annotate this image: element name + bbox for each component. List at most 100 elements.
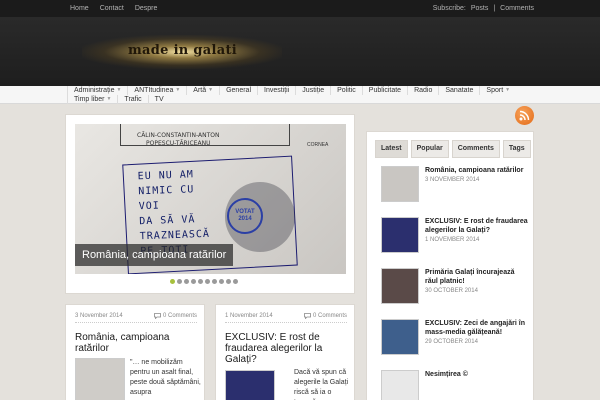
- slider-dot[interactable]: [226, 279, 231, 284]
- top-nav-contact[interactable]: Contact: [100, 4, 124, 13]
- post-comments-link[interactable]: 0 Comments: [154, 313, 197, 319]
- nav-item[interactable]: Timp liber ▼: [67, 95, 117, 104]
- ballot-header: CĂLIN-CONSTANTIN-ANTON POPESCU-TĂRICEANU: [137, 132, 220, 147]
- nav-item[interactable]: Administrație ▼: [67, 86, 127, 95]
- nav-item-label: Timp liber: [74, 96, 105, 103]
- subscribe-comments-link[interactable]: Comments: [500, 4, 534, 13]
- sidebar-post-title[interactable]: Primăria Galați încurajează răul platnic…: [425, 268, 529, 286]
- post-meta: 3 November 2014 0 Comments: [75, 313, 197, 323]
- nav-item-label: Sanatate: [445, 87, 474, 94]
- nav-item-label: Investiții: [264, 87, 290, 94]
- subscribe-separator: |: [493, 5, 496, 12]
- site-header: made in galati: [0, 17, 600, 86]
- subscribe-label: Subscribe:: [432, 5, 466, 12]
- post-thumbnail[interactable]: [75, 358, 125, 400]
- nav-item[interactable]: Justiție: [295, 86, 330, 95]
- nav-item[interactable]: Politic: [330, 86, 362, 95]
- nav-item-label: Publicitate: [368, 87, 402, 94]
- nav-item-label: General: [226, 87, 251, 94]
- sidebar-post-thumbnail[interactable]: [381, 166, 419, 202]
- slider-dot[interactable]: [198, 279, 203, 284]
- site-logo[interactable]: made in galati: [128, 43, 237, 58]
- chevron-down-icon: ▼: [106, 96, 112, 102]
- post-title[interactable]: EXCLUSIV: E rost de fraudarea alegerilor…: [225, 332, 349, 365]
- subscribe-posts-link[interactable]: Posts: [471, 4, 489, 13]
- nav-item-label: Trafic: [124, 96, 142, 103]
- nav-item[interactable]: Trafic: [117, 95, 147, 104]
- sidebar-post-thumbnail[interactable]: [381, 268, 419, 304]
- nav-item[interactable]: Artă ▼: [186, 86, 219, 95]
- chevron-down-icon: ▼: [208, 87, 214, 93]
- nav-item-label: Administrație: [74, 87, 115, 94]
- nav-item-label: Politic: [337, 87, 356, 94]
- tab-tags[interactable]: Tags: [502, 140, 531, 158]
- sidebar-post[interactable]: Primăria Galați încurajează răul platnic…: [381, 268, 531, 308]
- top-nav-despre[interactable]: Despre: [135, 4, 158, 13]
- main-nav-row-1: Administrație ▼ ANTItudinea ▼ Artă ▼ General In…: [67, 86, 516, 95]
- tab-popular[interactable]: Popular: [410, 140, 449, 158]
- slider-dot[interactable]: [184, 279, 189, 284]
- post-card: 3 November 2014 0 Comments România, camp…: [65, 304, 205, 400]
- sidebar-post[interactable]: Nesimțirea ©: [381, 370, 531, 400]
- post-comments-count: 0 Comments: [162, 313, 197, 319]
- nav-item[interactable]: ANTItudinea ▼: [127, 86, 186, 95]
- sidebar-post-thumbnail[interactable]: [381, 319, 419, 355]
- sidebar-tabs: Latest Popular Comments Tags: [375, 140, 531, 158]
- chevron-down-icon: ▼: [175, 87, 181, 93]
- nav-item[interactable]: Investiții: [257, 86, 295, 95]
- slider-dot[interactable]: [170, 279, 175, 284]
- ballot-corner: CORNEA: [307, 142, 329, 148]
- sidebar-post-title[interactable]: România, campioana ratărilor: [425, 166, 529, 175]
- nav-item[interactable]: Sanatate: [438, 86, 479, 95]
- post-meta: 1 November 2014 0 Comments: [225, 313, 347, 323]
- post-excerpt: "… ne mobilizăm pentru un asalt final, p…: [130, 359, 201, 396]
- nav-item-label: Sport: [486, 87, 504, 94]
- post-date: 1 November 2014: [225, 313, 273, 319]
- sidebar-post[interactable]: EXCLUSIV: E rost de fraudarea alegerilor…: [381, 217, 531, 257]
- chevron-down-icon: ▼: [505, 87, 511, 93]
- slider-dot[interactable]: [219, 279, 224, 284]
- sidebar-post-thumbnail[interactable]: [381, 217, 419, 253]
- sidebar-post-title[interactable]: Nesimțirea ©: [425, 370, 529, 379]
- vote-stamp: VOTAT 2014: [227, 198, 263, 234]
- slider-dot[interactable]: [212, 279, 217, 284]
- top-nav: Home Contact Despre: [70, 4, 157, 13]
- sidebar-post-thumbnail[interactable]: [381, 370, 419, 400]
- slider-dot[interactable]: [205, 279, 210, 284]
- post-title[interactable]: România, campioana ratărilor: [75, 332, 199, 354]
- top-nav-home[interactable]: Home: [70, 4, 89, 13]
- nav-item[interactable]: Sport ▼: [479, 86, 516, 95]
- nav-item-label: Justiție: [302, 87, 325, 94]
- slider-dot[interactable]: [191, 279, 196, 284]
- comment-icon: [154, 313, 161, 319]
- slider-dot[interactable]: [233, 279, 238, 284]
- nav-item[interactable]: TV: [147, 95, 170, 104]
- sidebar-post[interactable]: România, campioana ratărilor 3 NOVEMBER 2…: [381, 166, 531, 206]
- slide-caption[interactable]: România, campioana ratărilor: [75, 244, 234, 266]
- slider-dots: [170, 279, 238, 284]
- sidebar-post[interactable]: EXCLUSIV: Zeci de angajări în mass-media…: [381, 319, 531, 359]
- nav-item-label: Artă: [193, 87, 207, 94]
- post-thumbnail[interactable]: [225, 370, 275, 400]
- chevron-down-icon: ▼: [116, 87, 122, 93]
- nav-item-label: Radio: [414, 87, 433, 94]
- nav-item[interactable]: Radio: [407, 86, 438, 95]
- sidebar-post-date: 1 NOVEMBER 2014: [425, 237, 480, 243]
- sidebar-post-date: 29 OCTOBER 2014: [425, 339, 478, 345]
- slider-dot[interactable]: [177, 279, 182, 284]
- tab-comments[interactable]: Comments: [451, 140, 500, 158]
- sidebar-post-date: 30 OCTOBER 2014: [425, 288, 478, 294]
- sidebar-post-title[interactable]: EXCLUSIV: E rost de fraudarea alegerilor…: [425, 217, 529, 235]
- tab-latest[interactable]: Latest: [375, 140, 408, 158]
- nav-item[interactable]: General: [219, 86, 257, 95]
- rss-icon[interactable]: [515, 106, 534, 125]
- main-nav-row-2: Timp liber ▼ Trafic TV: [67, 95, 170, 104]
- post-card: 1 November 2014 0 Comments EXCLUSIV: E r…: [215, 304, 355, 400]
- sidebar-post-title[interactable]: EXCLUSIV: Zeci de angajări în mass-media…: [425, 319, 529, 337]
- comment-icon: [304, 313, 311, 319]
- post-comments-count: 0 Comments: [312, 313, 347, 319]
- nav-item[interactable]: Publicitate: [361, 86, 407, 95]
- post-comments-link[interactable]: 0 Comments: [304, 313, 347, 319]
- slide-image[interactable]: CĂLIN-CONSTANTIN-ANTON POPESCU-TĂRICEANU…: [75, 124, 346, 274]
- sidebar-widget: Latest Popular Comments Tags România, ca…: [366, 131, 534, 400]
